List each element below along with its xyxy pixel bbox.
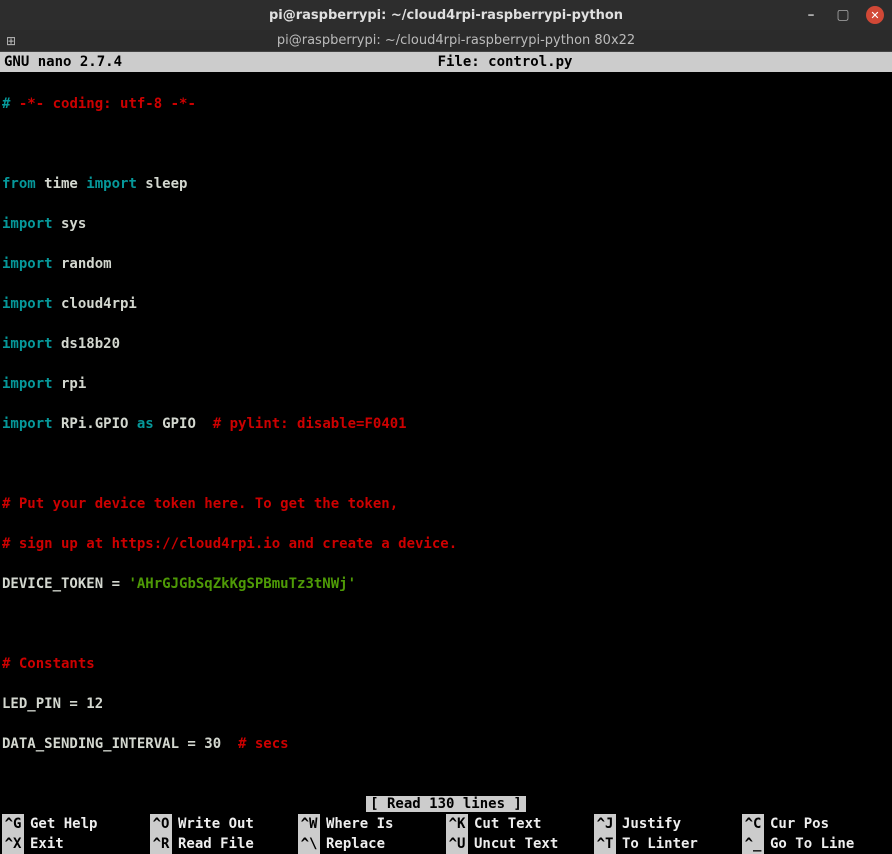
code-token: RPi.GPIO [53,416,137,432]
code-token: random [53,256,112,272]
code-token: GPIO [154,416,213,432]
shortcut-go-to-line[interactable]: ^_ Go To Line [742,834,890,854]
shortcut-key: ^K [446,814,468,834]
code-token: time [36,176,87,192]
nano-shortcuts: ^G Get Help ^O Write Out ^W Where Is ^K Cut … [0,814,892,854]
code-token: # pylint: disable=F0401 [213,416,407,432]
shortcut-read-file[interactable]: ^R Read File [150,834,298,854]
code-token: # Constants [2,656,95,672]
shortcut-key: ^X [2,834,24,854]
code-token: 'AHrGJGbSqZkKgSPBmuTz3tNWj' [128,576,356,592]
shortcut-key: ^T [594,834,616,854]
nano-status-line: [ Read 130 lines ] [0,794,892,814]
shortcut-key: ^W [298,814,320,834]
maximize-button[interactable]: ▢ [834,6,852,24]
shortcut-to-linter[interactable]: ^T To Linter [594,834,742,854]
tab-bar: ⊞ pi@raspberrypi: ~/cloud4rpi-raspberryp… [0,30,892,52]
window-titlebar: pi@raspberrypi: ~/cloud4rpi-raspberrypi-… [0,0,892,30]
shortcut-label: Cur Pos [770,814,829,834]
code-token: DATA_SENDING_INTERVAL = 30 [2,736,238,752]
shortcut-label: Cut Text [474,814,541,834]
shortcut-where-is[interactable]: ^W Where Is [298,814,446,834]
shortcut-label: To Linter [622,834,698,854]
code-token: DEVICE_TOKEN = [2,576,128,592]
shortcut-label: Read File [178,834,254,854]
shortcut-row: ^X Exit ^R Read File ^\ Replace ^U Uncut Tex… [2,834,890,854]
code-token: import [86,176,137,192]
shortcut-key: ^U [446,834,468,854]
shortcut-row: ^G Get Help ^O Write Out ^W Where Is ^K Cut … [2,814,890,834]
code-token: from [2,176,36,192]
code-token: # secs [238,736,289,752]
shortcut-exit[interactable]: ^X Exit [2,834,150,854]
shortcut-key: ^G [2,814,24,834]
shortcut-key: ^R [150,834,172,854]
nano-app-name: GNU nano 2.7.4 [4,52,122,72]
shortcut-label: Replace [326,834,385,854]
code-token: import [2,376,53,392]
window-controls: – ▢ ✕ [802,6,884,24]
shortcut-replace[interactable]: ^\ Replace [298,834,446,854]
shortcut-key: ^_ [742,834,764,854]
close-button[interactable]: ✕ [866,6,884,24]
shortcut-label: Justify [622,814,681,834]
tab-title: pi@raspberrypi: ~/cloud4rpi-raspberrypi-… [26,33,886,48]
shortcut-justify[interactable]: ^J Justify [594,814,742,834]
code-token: import [2,296,53,312]
shortcut-label: Uncut Text [474,834,558,854]
shortcut-key: ^O [150,814,172,834]
code-token: ds18b20 [53,336,120,352]
code-token: import [2,216,53,232]
shortcut-cut-text[interactable]: ^K Cut Text [446,814,594,834]
code-token: -*- coding: utf-8 -*- [10,96,195,112]
shortcut-key: ^J [594,814,616,834]
code-token: import [2,256,53,272]
code-token: LED_PIN = 12 [2,696,103,712]
shortcut-label: Get Help [30,814,97,834]
window-title: pi@raspberrypi: ~/cloud4rpi-raspberrypi-… [269,8,623,23]
terminal[interactable]: GNU nano 2.7.4 File: control.py # -*- co… [0,52,892,854]
code-token: # Put your device token here. To get the… [2,496,398,512]
split-icon[interactable]: ⊞ [6,34,16,48]
code-token: sys [53,216,87,232]
minimize-button[interactable]: – [802,6,820,24]
shortcut-key: ^C [742,814,764,834]
code-token: import [2,416,53,432]
shortcut-label: Where Is [326,814,393,834]
nano-header: GNU nano 2.7.4 File: control.py [0,52,892,72]
code-token: cloud4rpi [53,296,137,312]
shortcut-uncut-text[interactable]: ^U Uncut Text [446,834,594,854]
nano-file-label: File: control.py [122,52,888,72]
code-token: import [2,336,53,352]
shortcut-get-help[interactable]: ^G Get Help [2,814,150,834]
editor-content[interactable]: # -*- coding: utf-8 -*- from time import… [0,72,892,794]
shortcut-label: Exit [30,834,64,854]
nano-status-text: [ Read 130 lines ] [366,796,526,812]
shortcut-label: Go To Line [770,834,854,854]
shortcut-cur-pos[interactable]: ^C Cur Pos [742,814,890,834]
code-token: # sign up at https://cloud4rpi.io and cr… [2,536,457,552]
code-token: sleep [137,176,188,192]
code-token: rpi [53,376,87,392]
shortcut-write-out[interactable]: ^O Write Out [150,814,298,834]
shortcut-label: Write Out [178,814,254,834]
shortcut-key: ^\ [298,834,320,854]
code-token: as [137,416,154,432]
